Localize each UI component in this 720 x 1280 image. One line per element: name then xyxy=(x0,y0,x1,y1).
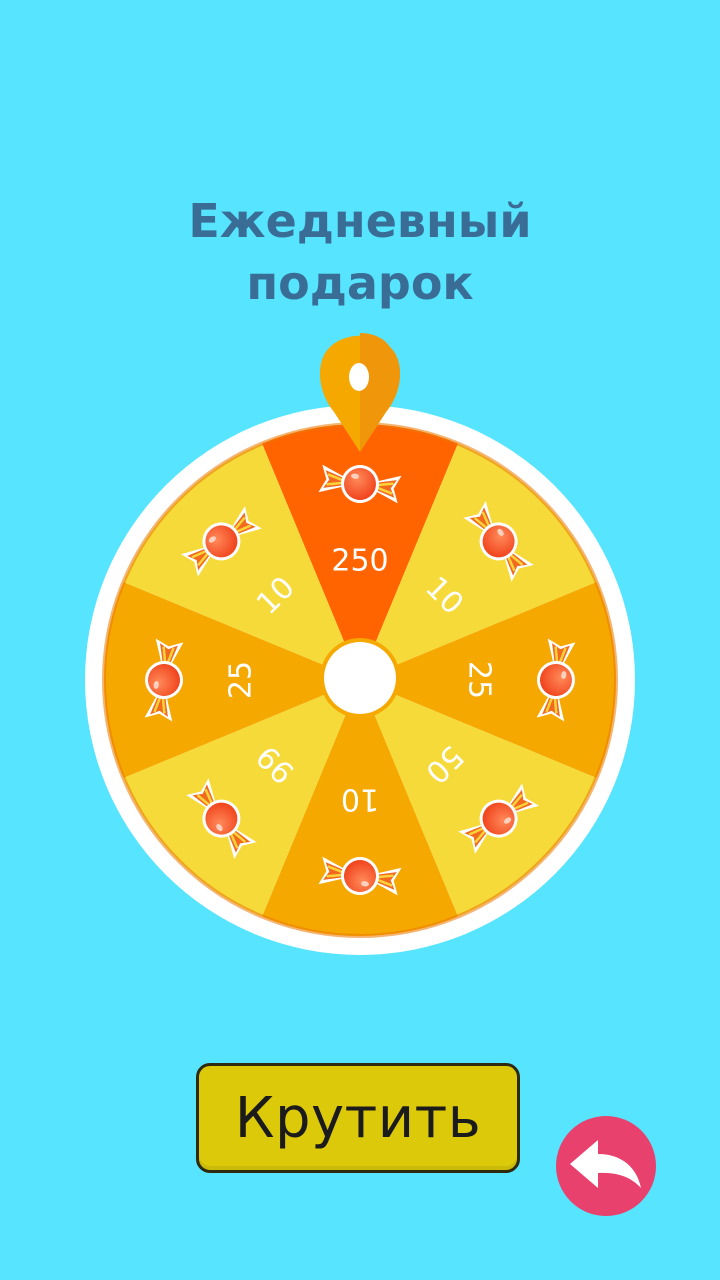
prize-wheel[interactable]: 250 10 25 50 10 99 25 10 xyxy=(0,320,720,980)
wheel-segment-value: 250 xyxy=(331,544,388,579)
back-button[interactable] xyxy=(556,1116,656,1216)
spin-button-label: Крутить xyxy=(234,1085,482,1151)
wheel-segment-value: 25 xyxy=(224,661,259,699)
prize-wheel-graphic: 25010255010992510 xyxy=(85,333,635,955)
wheel-segment-value: 25 xyxy=(462,661,497,699)
wheel-hub xyxy=(324,642,396,714)
wheel-segment-value: 10 xyxy=(341,782,379,817)
page-title: Ежедневный подарок xyxy=(0,190,720,314)
title-line-1: Ежедневный xyxy=(188,194,532,248)
spin-button[interactable]: Крутить xyxy=(196,1063,520,1173)
title-line-2: подарок xyxy=(246,256,474,310)
back-arrow-icon xyxy=(570,1140,641,1188)
